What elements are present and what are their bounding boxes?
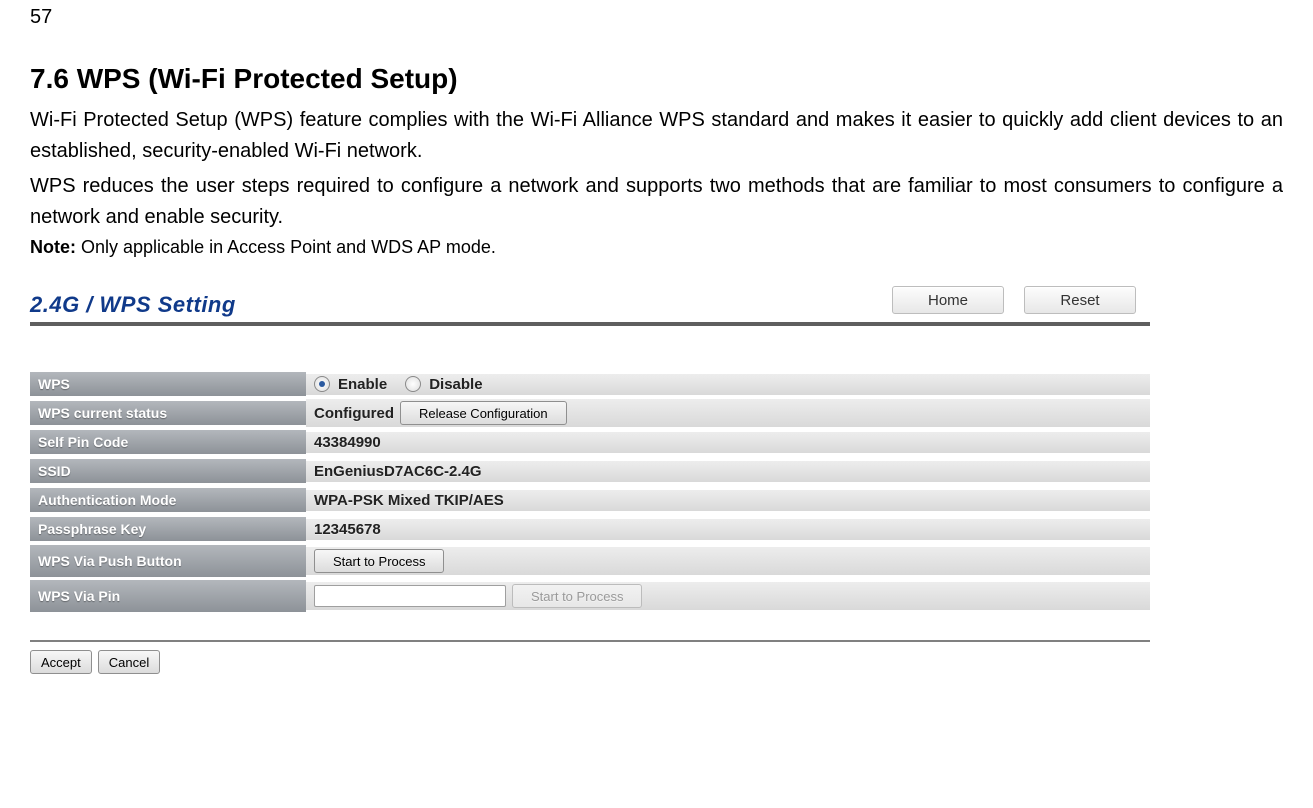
label-status: WPS current status: [30, 401, 306, 425]
label-auth: Authentication Mode: [30, 488, 306, 512]
row-auth: Authentication Mode WPA-PSK Mixed TKIP/A…: [30, 486, 1150, 515]
value-ssid: EnGeniusD7AC6C-2.4G: [306, 461, 1150, 482]
row-ssid: SSID EnGeniusD7AC6C-2.4G: [30, 457, 1150, 486]
note-text: Only applicable in Access Point and WDS …: [76, 237, 496, 257]
pin-input[interactable]: [314, 585, 506, 607]
row-pushbutton: WPS Via Push Button Start to Process: [30, 544, 1150, 579]
label-ssid: SSID: [30, 459, 306, 483]
value-passphrase: 12345678: [306, 519, 1150, 540]
panel-title: 2.4G / WPS Setting: [30, 292, 236, 318]
value-pin: 43384990: [306, 432, 1150, 453]
cancel-button[interactable]: Cancel: [98, 650, 160, 674]
radio-disable[interactable]: [405, 376, 421, 392]
release-config-button[interactable]: Release Configuration: [400, 401, 567, 425]
radio-enable-label: Enable: [338, 376, 387, 393]
reset-button[interactable]: Reset: [1024, 286, 1136, 314]
home-button[interactable]: Home: [892, 286, 1004, 314]
settings-table: WPS Enable Disable WPS current status Co…: [30, 370, 1150, 614]
label-wps: WPS: [30, 372, 306, 396]
label-passphrase: Passphrase Key: [30, 517, 306, 541]
section-heading: 7.6 WPS (Wi-Fi Protected Setup): [30, 63, 1283, 95]
divider-thin: [30, 640, 1150, 642]
divider-thick: [30, 322, 1150, 326]
row-passphrase: Passphrase Key 12345678: [30, 515, 1150, 544]
start-pin-button[interactable]: Start to Process: [512, 584, 642, 608]
wps-settings-panel: 2.4G / WPS Setting Home Reset WPS Enable…: [30, 286, 1150, 674]
note-label: Note:: [30, 237, 76, 257]
row-viapin: WPS Via Pin Start to Process: [30, 579, 1150, 614]
value-auth: WPA-PSK Mixed TKIP/AES: [306, 490, 1150, 511]
label-pushbutton: WPS Via Push Button: [30, 545, 306, 577]
accept-button[interactable]: Accept: [30, 650, 92, 674]
page-number: 57: [30, 6, 1283, 29]
start-push-button[interactable]: Start to Process: [314, 549, 444, 573]
row-pin: Self Pin Code 43384990: [30, 428, 1150, 457]
note-line: Note: Only applicable in Access Point an…: [30, 237, 1283, 258]
label-viapin: WPS Via Pin: [30, 580, 306, 612]
paragraph-2: WPS reduces the user steps required to c…: [30, 171, 1283, 233]
radio-enable[interactable]: [314, 376, 330, 392]
radio-disable-label: Disable: [429, 376, 482, 393]
row-wps: WPS Enable Disable: [30, 370, 1150, 399]
value-status: Configured: [314, 405, 394, 422]
row-status: WPS current status Configured Release Co…: [30, 399, 1150, 428]
paragraph-1: Wi-Fi Protected Setup (WPS) feature comp…: [30, 105, 1283, 167]
label-pin: Self Pin Code: [30, 430, 306, 454]
